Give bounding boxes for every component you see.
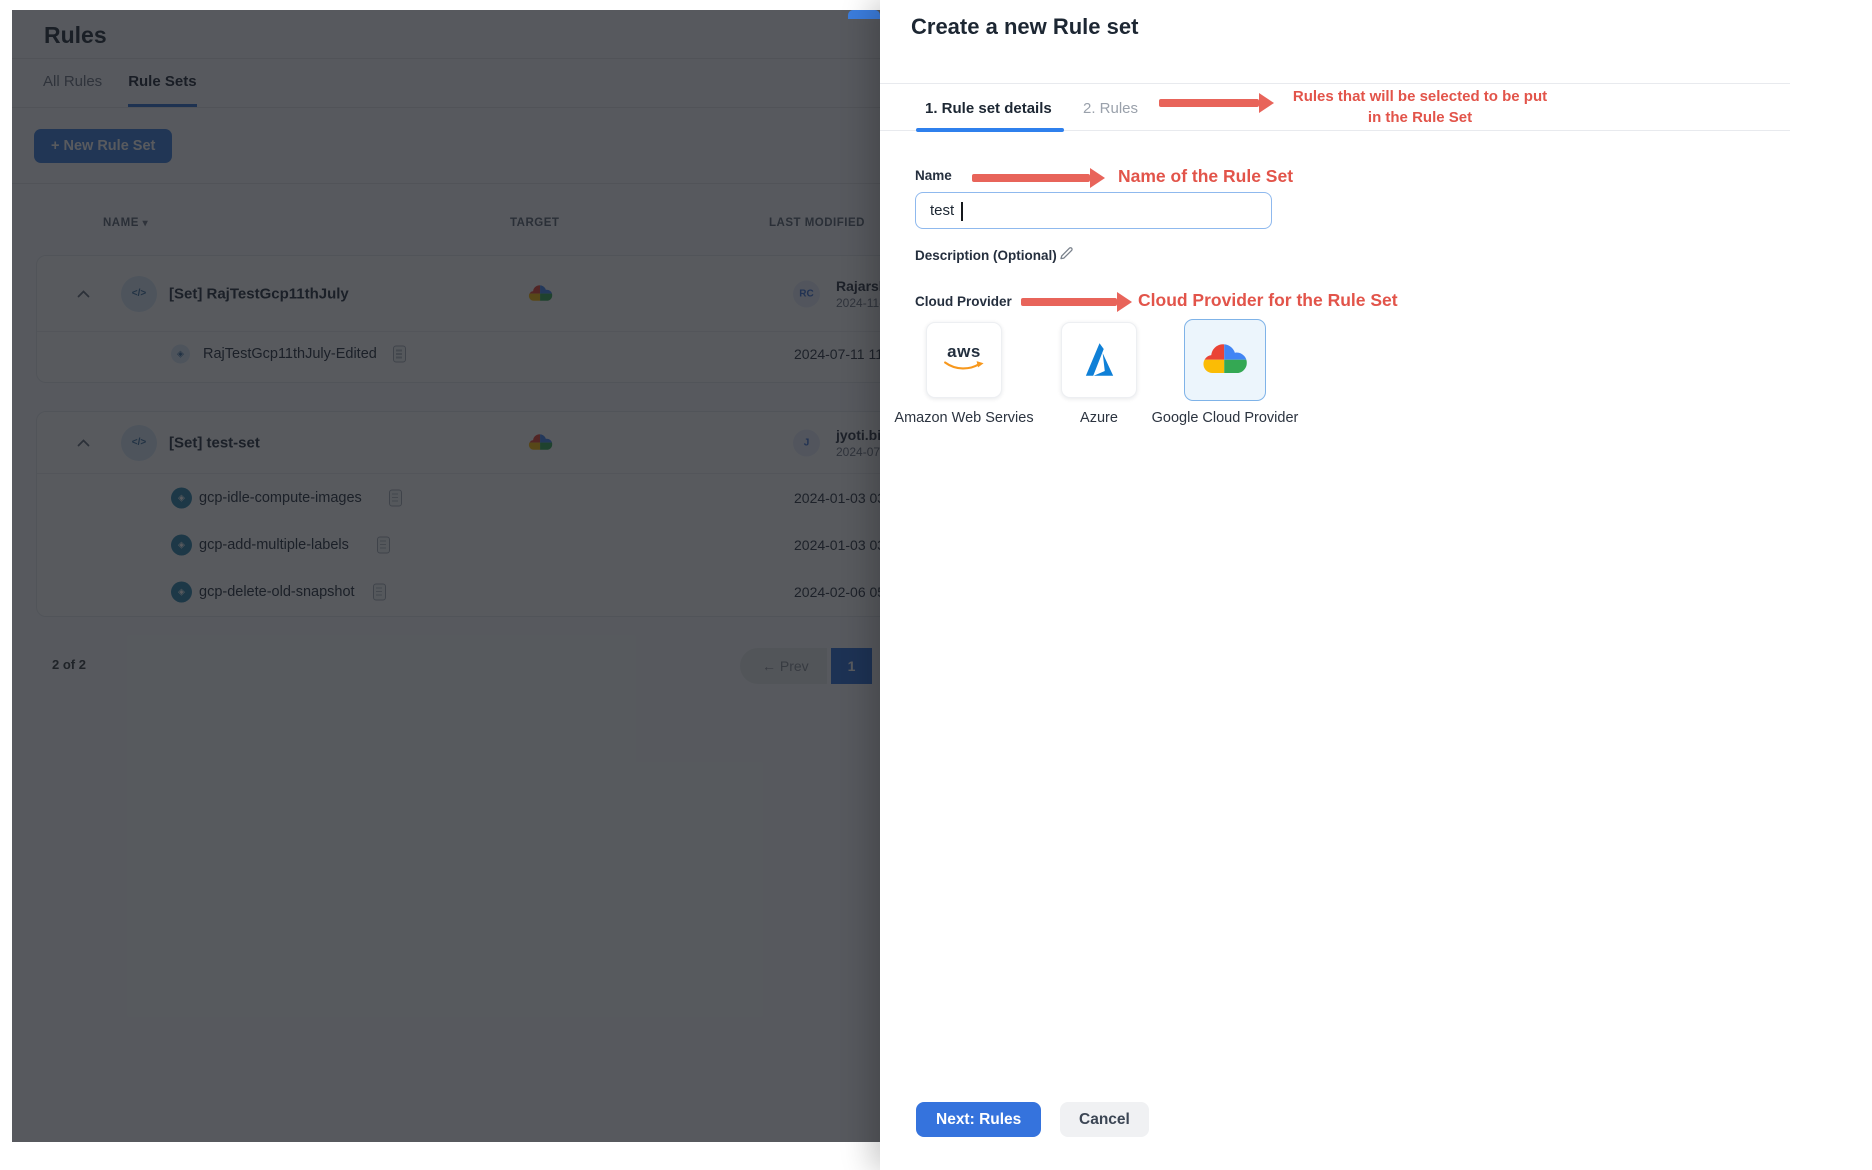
rule-set-name-input[interactable] xyxy=(916,193,1271,228)
provider-card-azure[interactable] xyxy=(1061,322,1137,398)
annotation-arrow xyxy=(1159,99,1259,107)
provider-card-aws[interactable]: aws xyxy=(926,322,1002,398)
step-rules[interactable]: 2. Rules xyxy=(1083,84,1138,132)
screen: Rules All Rules Rule Sets + New Rule Set… xyxy=(0,0,1872,1170)
create-rule-set-dialog: Create a new Rule set 1. Rule set detail… xyxy=(880,0,1872,1170)
azure-logo-icon xyxy=(1078,342,1120,378)
aws-logo-icon: aws xyxy=(943,343,985,377)
step-rule-set-details[interactable]: 1. Rule set details xyxy=(925,84,1052,132)
active-step-underline xyxy=(916,128,1064,132)
description-label: Description (Optional) xyxy=(915,248,1057,263)
annotation-arrow xyxy=(972,174,1090,182)
annotation-steps-note: Rules that will be selected to be put in… xyxy=(1292,88,1548,126)
rule-set-name-field xyxy=(915,192,1272,229)
provider-label-gcp: Google Cloud Provider xyxy=(1151,410,1299,426)
provider-card-gcp[interactable] xyxy=(1184,319,1266,401)
create-rule-button-edge xyxy=(848,10,880,19)
cancel-button[interactable]: Cancel xyxy=(1060,1102,1149,1137)
annotation-name-note: Name of the Rule Set xyxy=(1118,166,1294,186)
dialog-title: Create a new Rule set xyxy=(911,14,1139,39)
next-rules-button[interactable]: Next: Rules xyxy=(916,1102,1042,1137)
provider-label-aws: Amazon Web Servies xyxy=(894,410,1034,426)
edit-pencil-icon[interactable] xyxy=(1058,245,1074,261)
annotation-cloud-provider-note: Cloud Provider for the Rule Set xyxy=(1138,290,1398,310)
name-label: Name xyxy=(915,168,952,183)
text-caret xyxy=(961,202,963,221)
annotation-arrow xyxy=(1021,298,1117,306)
gcp-logo-icon xyxy=(1200,343,1250,378)
cloud-provider-label: Cloud Provider xyxy=(915,294,1012,309)
